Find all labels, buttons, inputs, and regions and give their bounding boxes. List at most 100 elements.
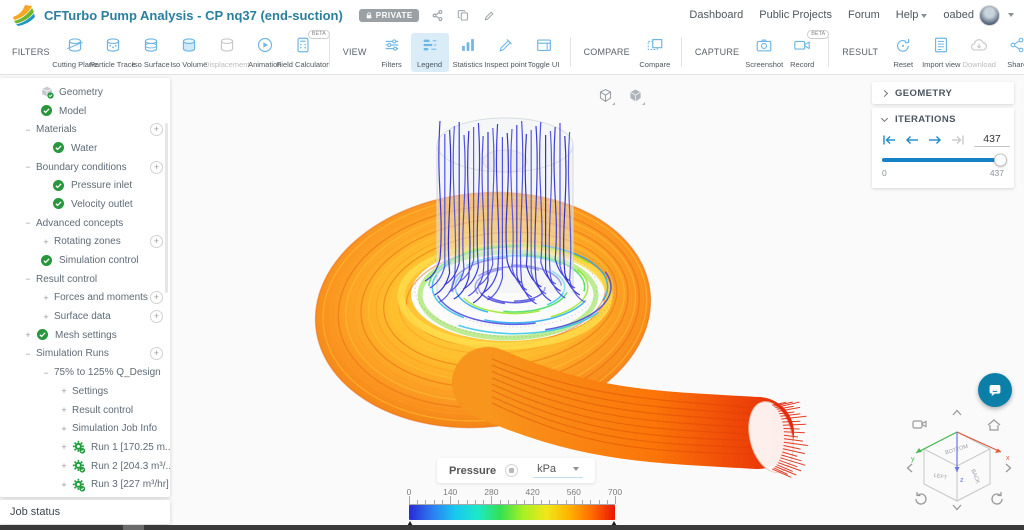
geometry-panel-header[interactable]: GEOMETRY [872,82,1014,104]
expand-toggle-icon[interactable]: + [58,386,70,396]
edit-title-icon[interactable] [483,8,497,22]
last-iteration-button[interactable] [951,135,965,145]
iteration-value-input[interactable]: 437 [974,133,1010,147]
tree-item-run-1-170-25-m[interactable]: +Run 1 [170.25 m... [0,438,170,457]
tree-item-result-control[interactable]: −Result control [0,270,170,289]
first-iteration-button[interactable] [882,135,896,145]
job-status-bar[interactable]: Job status [0,500,170,524]
expand-toggle-icon[interactable]: + [58,405,70,415]
viewcube-face-right[interactable]: BACK [969,469,980,485]
toolbar-statistics-button[interactable]: Statistics [449,33,487,72]
expand-toggle-icon[interactable]: + [58,442,70,452]
tree-item-geometry[interactable]: Geometry [0,83,170,102]
app-logo-icon[interactable] [10,4,36,26]
add-forces-and-moments-button[interactable]: + [150,291,163,304]
add-surface-data-button[interactable]: + [150,310,163,323]
toolbar-legend-button[interactable]: Legend [411,33,449,72]
toolbar-compare-button[interactable]: Compare [636,33,674,72]
unit-select[interactable]: kPa [533,463,583,478]
tree-item-water[interactable]: Water [0,139,170,158]
tree-item-materials[interactable]: −Materials+ [0,120,170,139]
tree-item-run-2-204-3-m[interactable]: +Run 2 [204.3 m³/... [0,457,170,476]
roll-ccw-button[interactable] [916,492,926,504]
expand-toggle-icon[interactable]: + [40,312,52,322]
toolbar-iso-volume-button[interactable]: Iso Volume [170,33,208,72]
add-simulation-runs-button[interactable]: + [150,347,163,360]
nav-help[interactable]: Help [896,9,928,21]
collapse-toggle-icon[interactable]: − [22,349,34,359]
collapse-toggle-icon[interactable]: − [22,125,34,135]
tree-item-settings[interactable]: +Settings [0,382,170,401]
expand-toggle-icon[interactable]: + [58,461,70,471]
shaded-view-button[interactable] [624,84,646,106]
tree-item-model[interactable]: Model [0,102,170,121]
collapse-toggle-icon[interactable]: − [22,274,34,284]
expand-toggle-icon[interactable]: + [58,424,70,434]
toolbar-import-view-button[interactable]: Import view [922,33,960,72]
tree-item-simulation-control[interactable]: Simulation control [0,251,170,270]
tree-scrollbar[interactable] [165,123,168,293]
rotate-down-button[interactable] [953,505,961,510]
expand-toggle-icon[interactable]: + [40,237,52,247]
tree-item-simulation-job-info[interactable]: +Simulation Job Info [0,419,170,438]
add-rotating-zones-button[interactable]: + [150,235,163,248]
tree-item-boundary-conditions[interactable]: −Boundary conditions+ [0,158,170,177]
expand-toggle-icon[interactable]: + [40,293,52,303]
collapse-toggle-icon[interactable]: − [40,368,52,378]
toolbar-cutting-plane-button[interactable]: Cutting Plane [56,33,94,72]
nav-dashboard[interactable]: Dashboard [689,9,743,21]
toolbar-group-result: RESULT [842,47,878,57]
perspective-camera-button[interactable] [913,421,926,428]
toolbar-iso-surface-button[interactable]: Iso Surface [132,33,170,72]
wireframe-view-button[interactable] [594,84,616,106]
collapse-toggle-icon[interactable]: − [22,162,34,172]
toolbar-reset-button[interactable]: Reset [884,33,922,72]
previous-iteration-button[interactable] [905,135,919,145]
tree-item-surface-data[interactable]: +Surface data+ [0,307,170,326]
nav-public-projects[interactable]: Public Projects [759,9,832,21]
next-iteration-button[interactable] [928,135,942,145]
nav-forum[interactable]: Forum [848,9,880,21]
rotate-up-button[interactable] [953,411,961,416]
tree-item-advanced-concepts[interactable]: −Advanced concepts [0,214,170,233]
legend-settings-button[interactable] [505,464,518,477]
expand-toggle-icon[interactable]: + [58,480,70,490]
toolbar-filters-button[interactable]: Filters [373,33,411,72]
toolbar-record-button[interactable]: BETARecord [783,33,821,72]
share-project-icon[interactable] [431,8,445,22]
iteration-slider[interactable] [882,158,1004,162]
toolbar-share-button[interactable]: Share [998,33,1024,72]
tree-item-simulation-runs[interactable]: −Simulation Runs+ [0,345,170,364]
toolbar-toggle-ui-button[interactable]: Toggle UI [525,33,563,72]
tree-item-forces-and-moments[interactable]: +Forces and moments+ [0,289,170,308]
tree-item-mesh-settings[interactable]: +Mesh settings [0,326,170,345]
tree-item-run-3-227-m-hr[interactable]: +Run 3 [227 m³/hr] [0,475,170,494]
iteration-slider-handle[interactable] [994,154,1007,167]
beta-badge: BETA [308,30,330,39]
tree-item-rotating-zones[interactable]: +Rotating zones+ [0,233,170,252]
toolbar-screenshot-button[interactable]: Screenshot [745,33,783,72]
home-view-button[interactable] [988,420,1000,430]
viewcube-face-left[interactable]: LEFT [933,472,948,481]
iterations-panel: ITERATIONS [872,108,1014,188]
iterations-panel-header[interactable]: ITERATIONS [872,108,1014,130]
tree-item-velocity-outlet[interactable]: Velocity outlet [0,195,170,214]
main-area: GeometryModel−Materials+Water−Boundary c… [0,75,1024,530]
rotate-left-button[interactable] [908,464,913,472]
support-chat-button[interactable] [978,373,1012,407]
navigation-cube[interactable]: BOTTOM LEFT BACK y x z [904,404,1014,512]
tree-item-pressure-inlet[interactable]: Pressure inlet [0,176,170,195]
toolbar-inspect-point-button[interactable]: Inspect point [487,33,525,72]
toolbar-particle-trace-button[interactable]: Particle Trace [94,33,132,72]
user-menu[interactable]: oabed [943,5,1014,26]
expand-toggle-icon[interactable]: + [22,330,34,340]
tree-item-75-to-125-q-design[interactable]: −75% to 125% Q_Design [0,363,170,382]
add-boundary-conditions-button[interactable]: + [150,161,163,174]
rotate-right-button[interactable] [1006,464,1011,472]
collapse-toggle-icon[interactable]: − [22,218,34,228]
toolbar-field-calculator-button[interactable]: BETAField Calculator [284,33,322,72]
add-materials-button[interactable]: + [150,123,163,136]
tree-item-result-control[interactable]: +Result control [0,401,170,420]
duplicate-project-icon[interactable] [457,8,471,22]
roll-cw-button[interactable] [992,492,1002,504]
